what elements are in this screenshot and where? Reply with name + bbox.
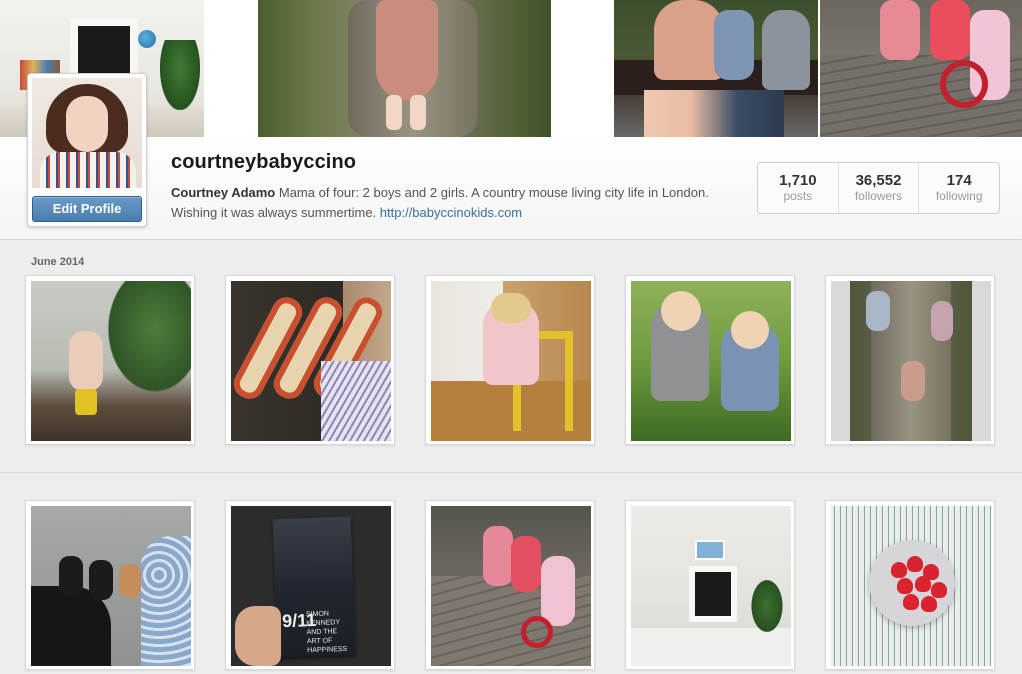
photo-image — [31, 506, 191, 666]
photo-image — [431, 281, 591, 441]
cover-photo-tricycle[interactable] — [820, 0, 1022, 137]
photo-tile[interactable] — [625, 275, 795, 445]
cover-strip — [0, 0, 1022, 137]
photo-tile[interactable] — [425, 275, 595, 445]
cover-photo-family-bench[interactable] — [614, 0, 818, 137]
row-divider — [0, 472, 1022, 473]
stat-following[interactable]: 174 following — [918, 163, 999, 213]
photo-image — [831, 506, 991, 666]
photo-image — [31, 281, 191, 441]
photo-image — [631, 281, 791, 441]
photo-image — [231, 281, 391, 441]
profile-avatar-card: Edit Profile — [27, 73, 147, 227]
photo-tile[interactable] — [25, 500, 195, 670]
photo-tile[interactable] — [825, 275, 995, 445]
avatar[interactable] — [32, 78, 142, 188]
stat-following-value: 174 — [946, 172, 972, 189]
edit-profile-button[interactable]: Edit Profile — [32, 196, 142, 222]
profile-username: courtneybabyccino — [171, 151, 357, 173]
photo-tile[interactable]: 9/11 SIMON KENNEDY AND THE ART OF HAPPIN… — [225, 500, 395, 670]
profile-header: courtneybabyccino Courtney Adamo Mama of… — [0, 137, 1022, 240]
grid-section-date-label: June 2014 — [31, 256, 85, 268]
cover-photo-tree[interactable] — [258, 0, 551, 137]
stat-followers-label: followers — [854, 189, 903, 203]
book-cover: 9/11 SIMON KENNEDY AND THE ART OF HAPPIN… — [272, 516, 356, 658]
photo-image — [631, 506, 791, 666]
stat-followers[interactable]: 36,552 followers — [837, 163, 919, 213]
profile-bio: Courtney Adamo Mama of four: 2 boys and … — [171, 183, 731, 223]
photo-image: 9/11 SIMON KENNEDY AND THE ART OF HAPPIN… — [231, 506, 391, 666]
photo-tile[interactable] — [425, 500, 595, 670]
stat-followers-value: 36,552 — [855, 172, 902, 189]
stat-posts-value: 1,710 — [779, 172, 817, 189]
photo-tile[interactable] — [825, 500, 995, 670]
photo-tile[interactable] — [225, 275, 395, 445]
book-title-text: SIMON KENNEDY AND THE ART OF HAPPINESS — [305, 610, 348, 655]
photo-tile[interactable] — [625, 500, 795, 670]
stat-posts-label: posts — [783, 189, 813, 203]
stat-posts[interactable]: 1,710 posts — [758, 163, 838, 213]
profile-website-link[interactable]: http://babyccinokids.com — [380, 205, 522, 220]
profile-full-name: Courtney Adamo — [171, 185, 276, 200]
stat-following-label: following — [935, 189, 983, 203]
photo-image — [431, 506, 591, 666]
photo-tile[interactable] — [25, 275, 195, 445]
profile-stats: 1,710 posts 36,552 followers 174 followi… — [757, 162, 1000, 214]
photo-image — [831, 281, 991, 441]
